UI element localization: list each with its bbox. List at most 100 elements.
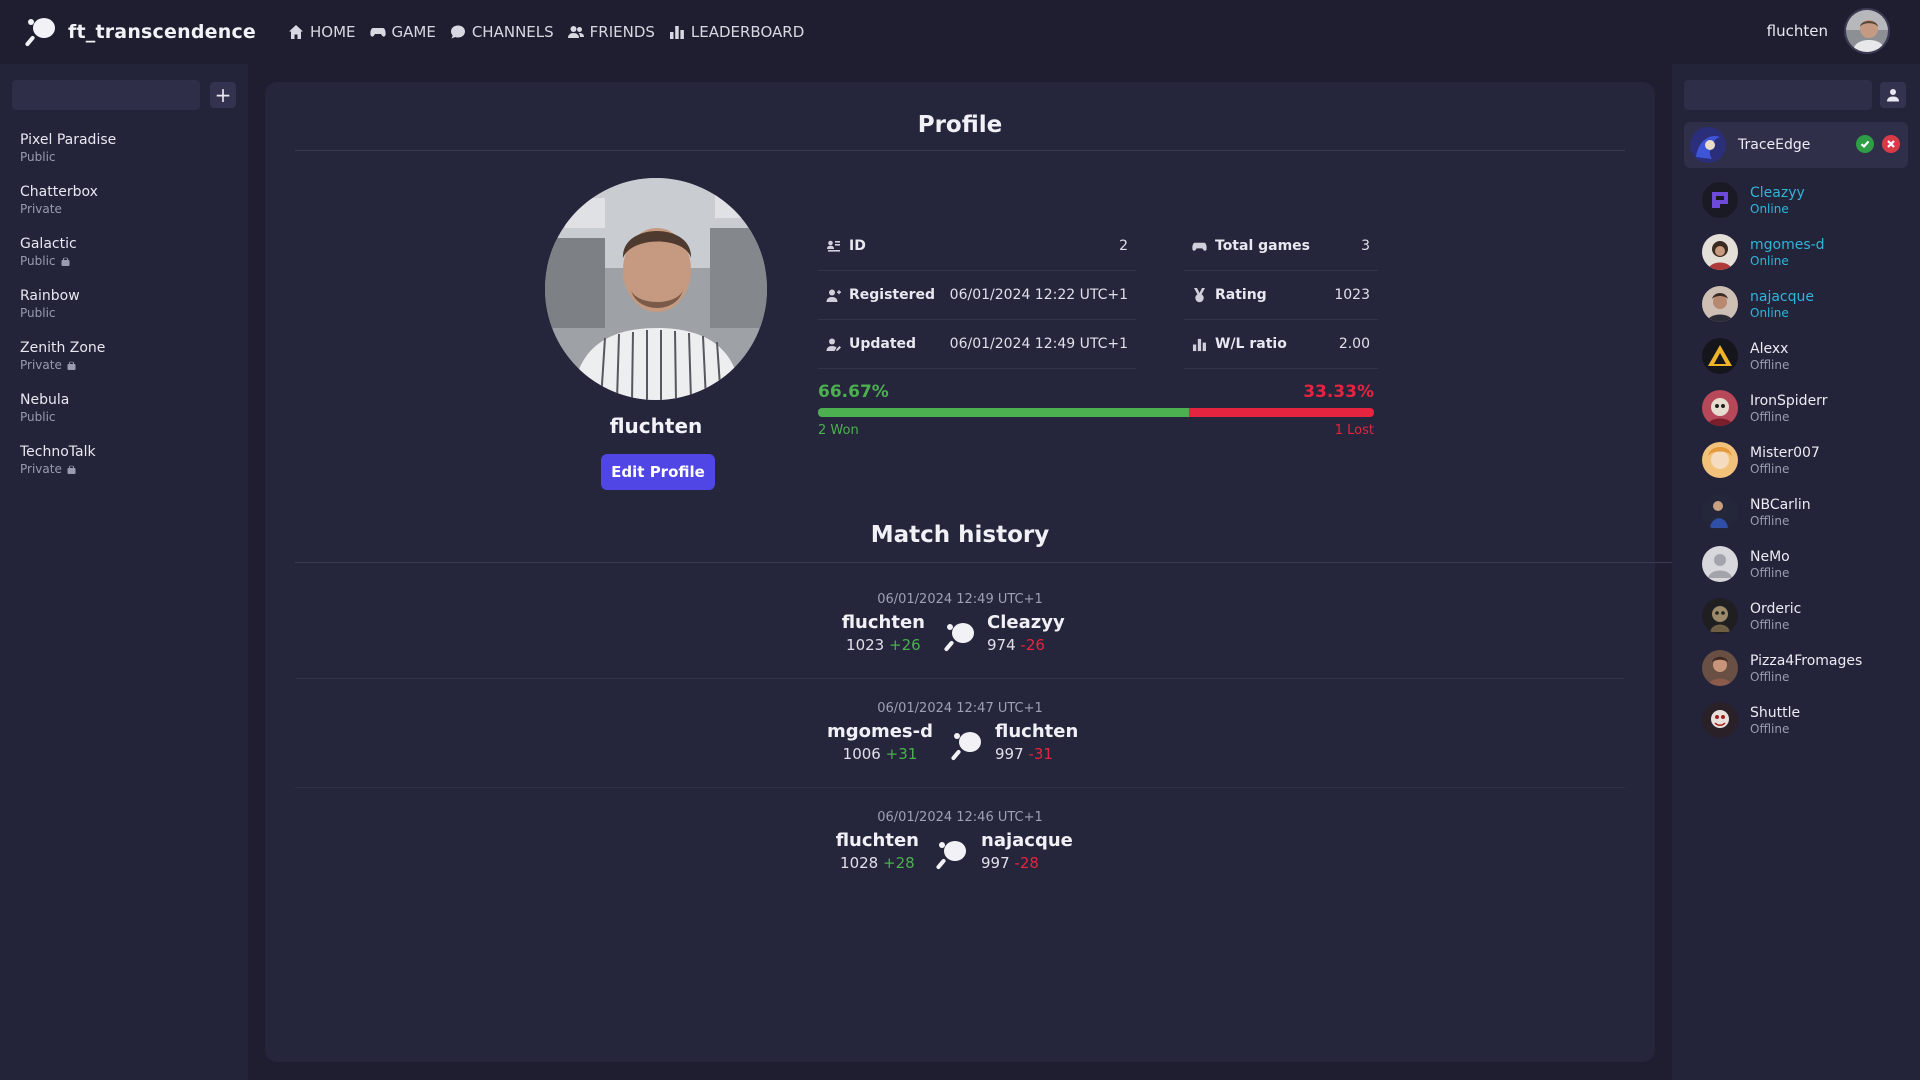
plus-icon: + bbox=[214, 83, 232, 107]
friend-item[interactable]: mgomes-d Online bbox=[1684, 226, 1908, 278]
player-rating: 997 bbox=[995, 745, 1024, 763]
match-right-player: Cleazyy 974 -26 bbox=[987, 612, 1065, 654]
decline-request-button[interactable] bbox=[1882, 135, 1900, 153]
friend-name: IronSpiderr bbox=[1750, 392, 1828, 409]
avatar bbox=[1702, 182, 1738, 218]
friend-name: Alexx bbox=[1750, 340, 1789, 357]
nav-leaderboard[interactable]: LEADERBOARD bbox=[669, 23, 804, 41]
nav-game[interactable]: GAME bbox=[369, 23, 436, 41]
channel-type: Public bbox=[20, 410, 56, 424]
nav-channels[interactable]: CHANNELS bbox=[450, 23, 554, 41]
accept-request-button[interactable] bbox=[1856, 135, 1874, 153]
add-friend-button[interactable] bbox=[1880, 82, 1906, 108]
channel-search-input[interactable] bbox=[12, 80, 200, 110]
friend-item[interactable]: Pizza4Fromages Offline bbox=[1684, 642, 1908, 694]
player-name[interactable]: fluchten bbox=[995, 721, 1078, 742]
channel-type: Private bbox=[20, 202, 62, 216]
channel-item[interactable]: Pixel Paradise Public bbox=[0, 122, 248, 174]
friend-item[interactable]: najacque Online bbox=[1684, 278, 1908, 330]
won-count: 2 Won bbox=[818, 423, 859, 438]
friend-request-item[interactable]: TraceEdge bbox=[1684, 122, 1908, 168]
channel-list: Pixel Paradise Public Chatterbox Private… bbox=[0, 122, 248, 486]
channel-item[interactable]: TechnoTalk Private bbox=[0, 434, 248, 486]
add-channel-button[interactable]: + bbox=[210, 82, 236, 108]
ping-pong-paddle-icon bbox=[25, 18, 55, 47]
match-history-list: 06/01/2024 12:49 UTC+1 fluchten 1023 +26… bbox=[295, 570, 1625, 897]
stat-rating-label: Rating bbox=[1215, 287, 1267, 303]
stat-rating-value: 1023 bbox=[1334, 287, 1370, 303]
player-rating: 1028 bbox=[840, 854, 879, 872]
rating-delta: +26 bbox=[889, 636, 921, 654]
channel-type: Private bbox=[20, 358, 228, 372]
friend-name: Cleazyy bbox=[1750, 184, 1805, 201]
friend-item[interactable]: Orderic Offline bbox=[1684, 590, 1908, 642]
channel-item[interactable]: Rainbow Public bbox=[0, 278, 248, 330]
stat-wl-ratio: W/L ratio 2.00 bbox=[1184, 320, 1378, 369]
rating-delta: -26 bbox=[1020, 636, 1045, 654]
friend-item[interactable]: IronSpiderr Offline bbox=[1684, 382, 1908, 434]
player-name[interactable]: Cleazyy bbox=[987, 612, 1065, 633]
match-date: 06/01/2024 12:49 UTC+1 bbox=[877, 592, 1043, 607]
channel-name: Chatterbox bbox=[20, 184, 98, 200]
stat-registered-value: 06/01/2024 12:22 UTC+1 bbox=[949, 287, 1128, 303]
channel-name: Pixel Paradise bbox=[20, 132, 117, 148]
stat-registered-label: Registered bbox=[849, 287, 936, 303]
edit-profile-button[interactable]: Edit Profile bbox=[601, 454, 715, 490]
friend-status: Offline bbox=[1750, 721, 1790, 736]
match-left-player: fluchten 1028 +28 bbox=[836, 830, 919, 872]
friend-item[interactable]: Alexx Offline bbox=[1684, 330, 1908, 382]
brand[interactable]: ft_transcendence bbox=[24, 15, 256, 49]
user-menu[interactable]: fluchten bbox=[1767, 8, 1890, 54]
friend-status: Online bbox=[1750, 305, 1789, 320]
match-date: 06/01/2024 12:46 UTC+1 bbox=[877, 810, 1043, 825]
player-name[interactable]: najacque bbox=[981, 830, 1073, 851]
stat-wl-value: 2.00 bbox=[1338, 336, 1370, 352]
bar-chart-icon bbox=[1192, 338, 1206, 351]
nav-home[interactable]: HOME bbox=[288, 23, 356, 41]
friend-name: NeMo bbox=[1750, 548, 1790, 565]
top-navbar: ft_transcendence HOME GAME CHANNELS FRIE… bbox=[0, 0, 1920, 64]
friend-search-input[interactable] bbox=[1684, 80, 1872, 110]
player-name[interactable]: fluchten bbox=[836, 830, 919, 851]
stat-row: Updated 06/01/2024 12:49 UTC+1 W/L ratio… bbox=[818, 320, 1378, 369]
stat-updated-label: Updated bbox=[849, 336, 917, 352]
friend-item[interactable]: Mister007 Offline bbox=[1684, 434, 1908, 486]
nav-friends[interactable]: FRIENDS bbox=[567, 23, 655, 41]
channel-name: TechnoTalk bbox=[20, 444, 96, 460]
profile-avatar bbox=[545, 178, 767, 400]
friend-name: TraceEdge bbox=[1738, 137, 1811, 153]
channel-item[interactable]: Nebula Public bbox=[0, 382, 248, 434]
friend-name: Mister007 bbox=[1750, 444, 1820, 461]
channel-item[interactable]: Zenith Zone Private bbox=[0, 330, 248, 382]
channel-item[interactable]: Galactic Public bbox=[0, 226, 248, 278]
match-date: 06/01/2024 12:47 UTC+1 bbox=[877, 701, 1043, 716]
player-rating: 974 bbox=[987, 636, 1016, 654]
friend-item[interactable]: NeMo Offline bbox=[1684, 538, 1908, 590]
player-name[interactable]: fluchten bbox=[842, 612, 925, 633]
channel-type: Public bbox=[20, 150, 56, 164]
users-icon bbox=[567, 26, 584, 38]
friend-item[interactable]: NBCarlin Offline bbox=[1684, 486, 1908, 538]
friend-status: Offline bbox=[1750, 409, 1790, 424]
friend-search-row bbox=[1684, 80, 1910, 110]
app-name: ft_transcendence bbox=[68, 21, 256, 43]
nav-friends-label: FRIENDS bbox=[589, 23, 655, 41]
check-icon bbox=[1860, 140, 1870, 149]
player-name[interactable]: mgomes-d bbox=[827, 721, 933, 742]
profile-username: fluchten bbox=[609, 414, 703, 438]
match-history-title: Match history bbox=[870, 522, 1050, 548]
friend-name: najacque bbox=[1750, 288, 1814, 305]
friend-item[interactable]: Cleazyy Online bbox=[1684, 174, 1908, 226]
nav-home-label: HOME bbox=[310, 23, 356, 41]
channel-search-row: + bbox=[12, 80, 236, 110]
user-avatar[interactable] bbox=[1844, 8, 1890, 54]
gamepad-icon bbox=[369, 28, 386, 37]
friend-name: Shuttle bbox=[1750, 704, 1801, 721]
friend-status: Offline bbox=[1750, 461, 1790, 476]
channel-type: Private bbox=[20, 462, 228, 476]
friend-item[interactable]: Shuttle Offline bbox=[1684, 694, 1908, 746]
match-right-player: fluchten 997 -31 bbox=[995, 721, 1078, 763]
match-history-divider bbox=[295, 562, 1685, 563]
stat-id-label: ID bbox=[849, 238, 866, 254]
channel-item[interactable]: Chatterbox Private bbox=[0, 174, 248, 226]
